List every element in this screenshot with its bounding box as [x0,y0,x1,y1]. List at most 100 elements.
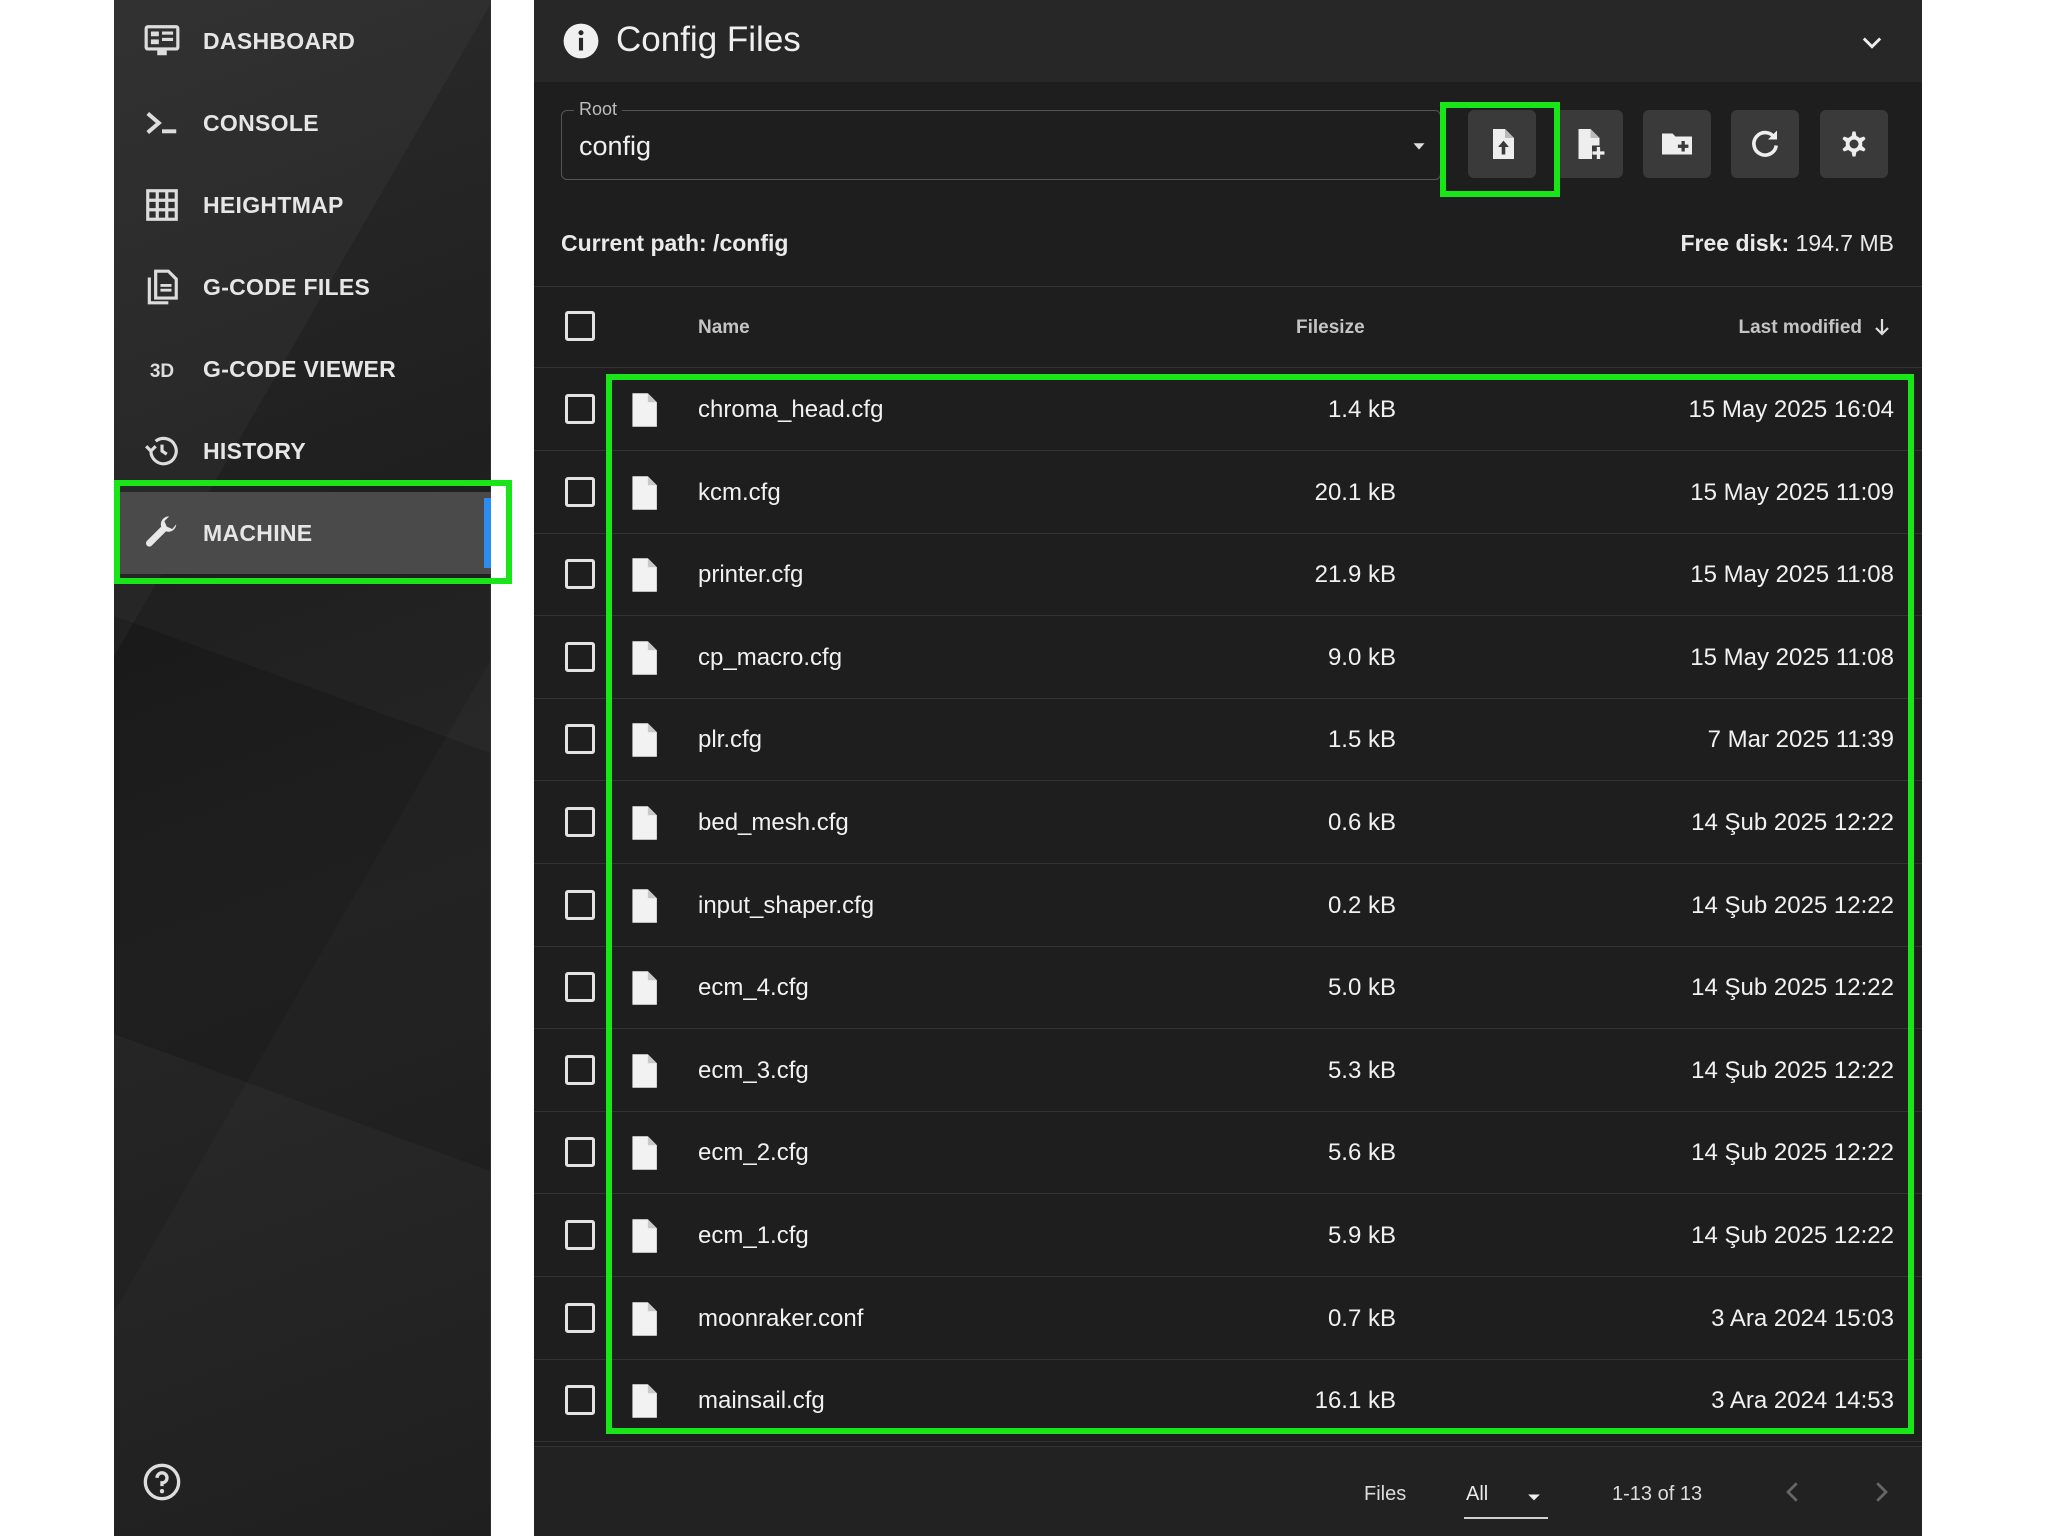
row-checkbox[interactable] [565,476,595,507]
chevron-right-icon[interactable] [1866,1477,1896,1507]
create-folder-button[interactable] [1643,110,1711,178]
free-disk-value: 194.7 MB [1795,230,1894,256]
row-checkbox[interactable] [565,394,595,424]
table-row[interactable]: moonraker.conf 0.7 kB 3 Ara 2024 15:03 [534,1277,1922,1360]
sidebar-item-machine[interactable]: MACHINE [114,492,491,574]
file-icon [628,640,660,676]
table-row[interactable]: mainsail.cfg 16.1 kB 3 Ara 2024 14:53 [534,1359,1922,1443]
select-all-checkbox[interactable] [565,311,595,341]
table-row[interactable]: printer.cfg 21.9 kB 15 May 2025 11:08 [534,533,1922,617]
sidebar-item-console[interactable]: CONSOLE [114,82,491,164]
page-title: Config Files [616,20,801,59]
sidebar: DASHBOARD CONSOLE HEIGHTMAP G-CODE FILES… [114,0,491,1536]
file-name[interactable]: mainsail.cfg [698,1387,825,1415]
upload-file-button[interactable] [1468,110,1536,178]
table-footer: Files All 1-13 of 13 [534,1446,1922,1536]
row-checkbox[interactable] [565,641,595,672]
table-row[interactable]: ecm_3.cfg 5.3 kB 14 Şub 2025 12:22 [534,1029,1922,1112]
file-icon [628,1135,660,1171]
file-name[interactable]: ecm_3.cfg [698,1057,809,1085]
info-icon [562,22,600,60]
table-row[interactable]: plr.cfg 1.5 kB 7 Mar 2025 11:39 [534,698,1922,782]
root-select-value: config [579,131,652,161]
caret-down-icon [1408,135,1430,157]
sidebar-item-label: HISTORY [203,437,307,464]
row-checkbox[interactable] [565,559,595,590]
help-icon[interactable] [142,1462,182,1502]
file-size: 0.7 kB [1327,1304,1396,1332]
file-name[interactable]: bed_mesh.cfg [698,809,849,837]
file-modified: 15 May 2025 11:08 [1690,643,1894,671]
chevron-left-icon[interactable] [1778,1477,1808,1507]
file-icon [628,392,660,428]
pagination-range: 1-13 of 13 [1612,1483,1703,1505]
file-name[interactable]: ecm_2.cfg [698,1139,809,1167]
table-header: Name Filesize Last modified [534,286,1922,368]
file-size: 0.2 kB [1327,891,1396,919]
file-name[interactable]: chroma_head.cfg [698,396,883,424]
file-icon [628,805,660,841]
table-row[interactable]: bed_mesh.cfg 0.6 kB 14 Şub 2025 12:22 [534,781,1922,864]
sidebar-item-label: G-CODE VIEWER [203,355,397,382]
row-checkbox[interactable] [565,1302,595,1333]
row-checkbox[interactable] [565,724,595,755]
row-checkbox[interactable] [565,1385,595,1416]
config-files-panel: Config Files Root config Current path: /… [534,0,1922,1536]
file-icon [628,1301,660,1337]
root-select[interactable]: Root config [561,99,1441,180]
file-name[interactable]: cp_macro.cfg [698,644,842,672]
gear-icon [1842,131,1866,157]
row-checkbox[interactable] [565,889,595,920]
files-per-page-value: All [1466,1483,1489,1505]
file-modified: 3 Ara 2024 14:53 [1711,1387,1894,1415]
monitor-dashboard-icon [142,21,182,61]
table-row[interactable]: chroma_head.cfg 1.4 kB 15 May 2025 16:04 [534,368,1922,451]
file-name[interactable]: printer.cfg [698,561,803,589]
file-name[interactable]: ecm_4.cfg [698,974,809,1002]
row-checkbox[interactable] [565,1137,595,1168]
table-row[interactable]: cp_macro.cfg 9.0 kB 15 May 2025 11:08 [534,616,1922,699]
file-icon [628,557,660,593]
file-icon [628,1053,660,1089]
row-checkbox[interactable] [565,807,595,837]
file-modified: 15 May 2025 16:04 [1688,396,1895,423]
table-row[interactable]: ecm_1.cfg 5.9 kB 14 Şub 2025 12:22 [534,1194,1922,1277]
table-row[interactable]: ecm_2.cfg 5.6 kB 14 Şub 2025 12:22 [534,1111,1922,1195]
file-document-multiple-icon [142,267,182,307]
file-name[interactable]: plr.cfg [698,726,762,754]
file-name[interactable]: input_shaper.cfg [698,892,874,920]
sidebar-item-history[interactable]: HISTORY [114,410,491,492]
refresh-button[interactable] [1731,110,1799,178]
chevron-down-icon[interactable] [1858,28,1886,56]
panel-header[interactable]: Config Files [534,0,1922,82]
console-icon [142,103,182,143]
row-checkbox[interactable] [565,1054,595,1085]
file-modified: 15 May 2025 11:08 [1690,561,1894,589]
file-upload-icon [1493,129,1514,159]
file-name[interactable]: kcm.cfg [698,479,781,507]
row-checkbox[interactable] [565,972,595,1003]
settings-button[interactable] [1820,110,1888,178]
file-size: 5.9 kB [1327,1222,1396,1249]
current-path: Current path: /config [561,230,789,256]
file-name[interactable]: ecm_1.cfg [698,1222,809,1250]
create-file-button[interactable] [1555,110,1623,178]
row-checkbox[interactable] [565,1220,595,1250]
sidebar-item-gcode-files[interactable]: G-CODE FILES [114,246,491,328]
table-row[interactable]: input_shaper.cfg 0.2 kB 14 Şub 2025 12:22 [534,864,1922,947]
sidebar-item-gcode-viewer[interactable]: 3D G-CODE VIEWER [114,328,491,410]
sidebar-item-heightmap[interactable]: HEIGHTMAP [114,164,491,246]
file-modified: 15 May 2025 11:09 [1690,478,1894,506]
table-row[interactable]: kcm.cfg 20.1 kB 15 May 2025 11:09 [534,451,1922,534]
table-row[interactable]: ecm_4.cfg 5.0 kB 14 Şub 2025 12:22 [534,946,1922,1030]
file-plus-icon [1578,129,1605,159]
column-header-filesize[interactable]: Filesize [1296,317,1365,339]
arrow-down-icon[interactable] [1870,315,1894,339]
file-name[interactable]: moonraker.conf [698,1305,863,1333]
file-modified: 7 Mar 2025 11:39 [1707,726,1894,754]
column-header-last-modified[interactable]: Last modified [1738,317,1862,339]
sidebar-item-dashboard[interactable]: DASHBOARD [114,0,491,82]
root-select-label: Root [574,99,623,120]
column-header-name[interactable]: Name [698,317,750,339]
files-per-page-select[interactable]: All [1464,1477,1548,1519]
